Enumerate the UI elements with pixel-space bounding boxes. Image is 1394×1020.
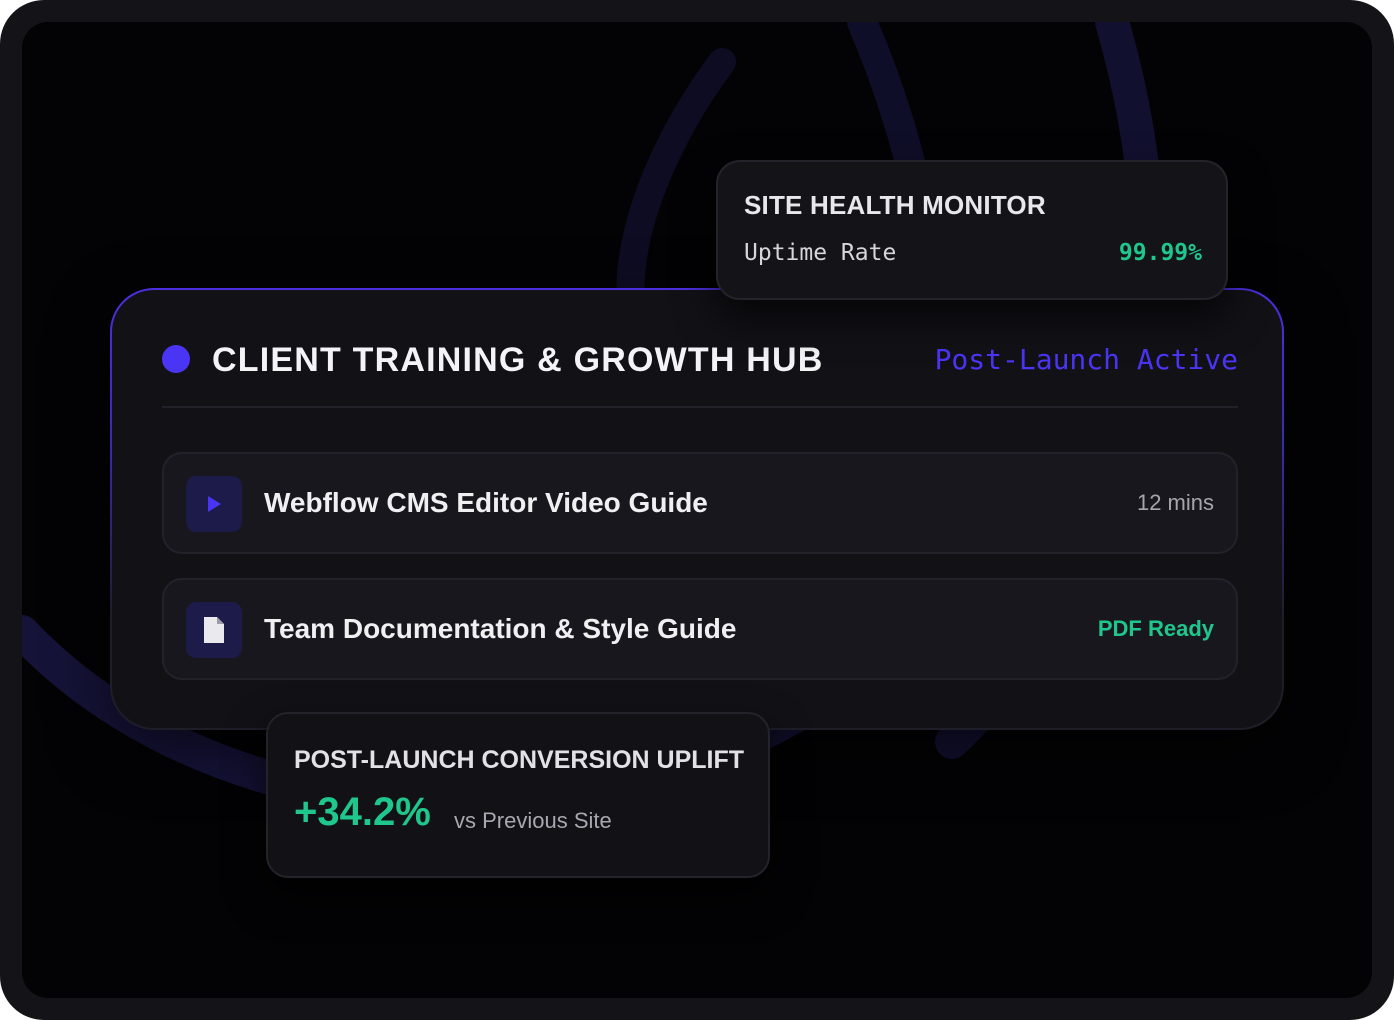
conversion-value: +34.2% bbox=[294, 790, 431, 834]
uptime-value: 99.99% bbox=[1118, 240, 1202, 266]
swirl-arc-inner bbox=[616, 48, 736, 326]
hub-divider bbox=[162, 406, 1238, 408]
resource-item-video-guide[interactable]: Webflow CMS Editor Video Guide 12 mins bbox=[162, 452, 1238, 554]
conversion-uplift-card: POST-LAUNCH CONVERSION UPLIFT +34.2% vs … bbox=[266, 712, 770, 878]
resource-item-label: Webflow CMS Editor Video Guide bbox=[264, 487, 708, 518]
training-hub-card: CLIENT TRAINING & GROWTH HUB Post-Launch… bbox=[110, 288, 1284, 730]
uptime-label: Uptime Rate bbox=[744, 240, 897, 266]
hub-header: CLIENT TRAINING & GROWTH HUB Post-Launch… bbox=[162, 340, 1238, 380]
resource-duration: 12 mins bbox=[1136, 490, 1214, 515]
resource-item-documentation[interactable]: Team Documentation & Style Guide PDF Rea… bbox=[162, 578, 1238, 680]
status-dot-icon bbox=[162, 345, 190, 373]
screen: CLIENT TRAINING & GROWTH HUB Post-Launch… bbox=[22, 22, 1372, 998]
resource-status-badge: PDF Ready bbox=[1097, 616, 1214, 641]
conversion-title: POST-LAUNCH CONVERSION UPLIFT bbox=[294, 746, 745, 774]
site-health-card: SITE HEALTH MONITOR Uptime Rate 99.99% bbox=[716, 160, 1228, 300]
health-title: SITE HEALTH MONITOR bbox=[744, 190, 1046, 220]
resource-item-label: Team Documentation & Style Guide bbox=[264, 613, 737, 644]
hub-title: CLIENT TRAINING & GROWTH HUB bbox=[212, 341, 824, 379]
hub-status-label: Post-Launch Active bbox=[934, 343, 1238, 376]
play-icon bbox=[186, 476, 242, 532]
document-icon bbox=[186, 602, 242, 658]
device-frame: CLIENT TRAINING & GROWTH HUB Post-Launch… bbox=[0, 0, 1394, 1020]
conversion-comparison: vs Previous Site bbox=[454, 808, 612, 833]
